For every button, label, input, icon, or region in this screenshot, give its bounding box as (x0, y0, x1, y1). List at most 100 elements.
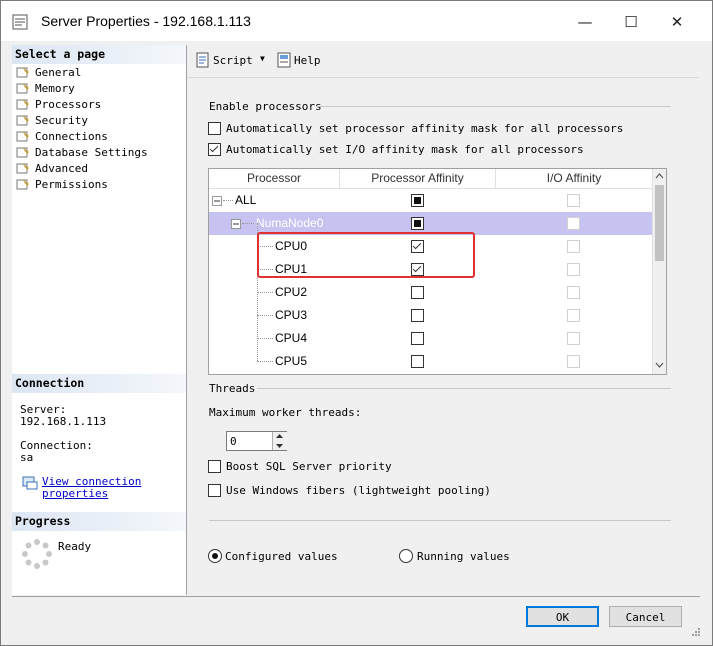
page-item-label: Permissions (35, 178, 108, 191)
script-dropdown-icon[interactable]: ▼ (260, 54, 265, 63)
stepper-down-button[interactable] (272, 441, 287, 450)
page-wrench-icon (16, 83, 29, 94)
stepper-down-icon (276, 444, 283, 448)
io-affinity-checkbox (567, 355, 580, 368)
page-item-security[interactable]: Security (16, 113, 88, 129)
processor-label: CPU4 (275, 331, 308, 345)
processor-label: CPU5 (275, 354, 308, 368)
table-row[interactable]: CPU2 (209, 281, 652, 304)
processor-affinity-checkbox[interactable] (411, 286, 424, 299)
max-worker-threads-input[interactable] (228, 433, 274, 449)
view-link-line2: properties (42, 487, 109, 500)
table-row[interactable]: CPU5 (209, 350, 652, 373)
processor-label: CPU3 (275, 308, 308, 322)
view-connection-properties-link[interactable]: View connection properties (42, 476, 141, 500)
title-bar[interactable]: Server Properties - 192.168.1.113 — ☐ ✕ (1, 1, 712, 41)
page-wrench-icon (16, 131, 29, 142)
select-page-header: Select a page (12, 45, 186, 64)
progress-spinner-icon (22, 539, 52, 569)
ok-button[interactable]: OK (526, 606, 599, 627)
boost-priority-checkbox[interactable] (208, 460, 221, 473)
page-item-label: Database Settings (35, 146, 148, 159)
window-title: Server Properties - 192.168.1.113 (41, 13, 251, 29)
io-affinity-checkbox (567, 217, 580, 230)
page-item-label: General (35, 66, 82, 79)
view-connection-icon (22, 476, 38, 490)
page-item-permissions[interactable]: Permissions (16, 177, 108, 193)
tree-connector (257, 361, 273, 362)
page-item-advanced[interactable]: Advanced (16, 161, 88, 177)
column-header-io-affinity[interactable]: I/O Affinity (496, 169, 653, 189)
left-pane: Select a page General Memory Processors … (12, 45, 187, 595)
collapse-icon[interactable] (231, 219, 241, 229)
cancel-button[interactable]: Cancel (609, 606, 682, 627)
column-header-processor[interactable]: Processor (209, 169, 340, 189)
processor-affinity-checkbox[interactable] (411, 194, 424, 207)
page-item-label: Security (35, 114, 88, 127)
help-icon (277, 52, 291, 68)
scroll-thumb[interactable] (655, 185, 664, 261)
auto-processor-mask-checkbox[interactable] (208, 122, 221, 135)
script-label: Script (213, 54, 253, 67)
table-row[interactable]: CPU3 (209, 304, 652, 327)
page-item-database-settings[interactable]: Database Settings (16, 145, 148, 161)
page-wrench-icon (16, 99, 29, 110)
page-item-label: Memory (35, 82, 75, 95)
running-values-label: Running values (417, 550, 510, 563)
running-values-radio[interactable] (399, 549, 413, 563)
scroll-down-icon[interactable] (655, 362, 664, 369)
page-item-general[interactable]: General (16, 65, 81, 81)
processor-affinity-checkbox[interactable] (411, 332, 424, 345)
connection-header: Connection (12, 374, 186, 393)
values-divider (209, 520, 671, 521)
server-value: 192.168.1.113 (20, 415, 107, 428)
processor-affinity-checkbox[interactable] (411, 217, 424, 230)
tree-connector (257, 292, 273, 293)
tree-connector (257, 315, 273, 316)
tree-connector (223, 200, 233, 201)
collapse-icon[interactable] (212, 196, 222, 206)
page-item-processors[interactable]: Processors (16, 97, 101, 113)
progress-status: Ready (58, 540, 92, 553)
table-row[interactable]: ALL (209, 189, 652, 212)
bottom-separator (12, 596, 700, 597)
auto-io-mask-checkbox[interactable] (208, 143, 221, 156)
auto-processor-mask-label: Automatically set processor affinity mas… (226, 122, 624, 135)
scroll-up-icon[interactable] (655, 172, 664, 179)
threads-group-label: Threads (209, 382, 256, 395)
processor-affinity-checkbox[interactable] (411, 309, 424, 322)
tree-connector (242, 223, 254, 224)
page-wrench-icon (16, 179, 29, 190)
server-properties-window: Server Properties - 192.168.1.113 — ☐ ✕ … (0, 0, 713, 646)
page-item-label: Advanced (35, 162, 88, 175)
page-item-memory[interactable]: Memory (16, 81, 75, 97)
table-row[interactable]: CPU4 (209, 327, 652, 350)
configured-values-radio[interactable] (208, 549, 222, 563)
grid-vertical-scrollbar[interactable] (652, 169, 666, 374)
max-worker-threads-label: Maximum worker threads: (209, 406, 362, 419)
page-wrench-icon (16, 163, 29, 174)
enable-processors-group-label: Enable processors (209, 100, 322, 113)
processor-affinity-checkbox[interactable] (411, 355, 424, 368)
auto-io-mask-label: Automatically set I/O affinity mask for … (226, 143, 584, 156)
resize-grip-icon[interactable] (691, 627, 701, 637)
max-worker-threads-stepper[interactable] (226, 431, 287, 451)
page-wrench-icon (16, 67, 29, 78)
close-button[interactable]: ✕ (654, 9, 700, 35)
processor-label: ALL (235, 193, 257, 207)
page-item-label: Connections (35, 130, 108, 143)
io-affinity-checkbox (567, 240, 580, 253)
tree-connector (257, 338, 273, 339)
maximize-button[interactable]: ☐ (608, 9, 654, 35)
windows-fibers-checkbox[interactable] (208, 484, 221, 497)
page-wrench-icon (16, 147, 29, 158)
io-affinity-checkbox (567, 194, 580, 207)
enable-processors-divider (316, 106, 671, 107)
page-item-label: Processors (35, 98, 102, 111)
minimize-button[interactable]: — (562, 9, 608, 35)
cpu-highlight-box (257, 232, 475, 278)
page-item-connections[interactable]: Connections (16, 129, 108, 145)
column-header-processor-affinity[interactable]: Processor Affinity (340, 169, 496, 189)
boost-priority-label: Boost SQL Server priority (226, 460, 392, 473)
threads-divider (257, 388, 671, 389)
